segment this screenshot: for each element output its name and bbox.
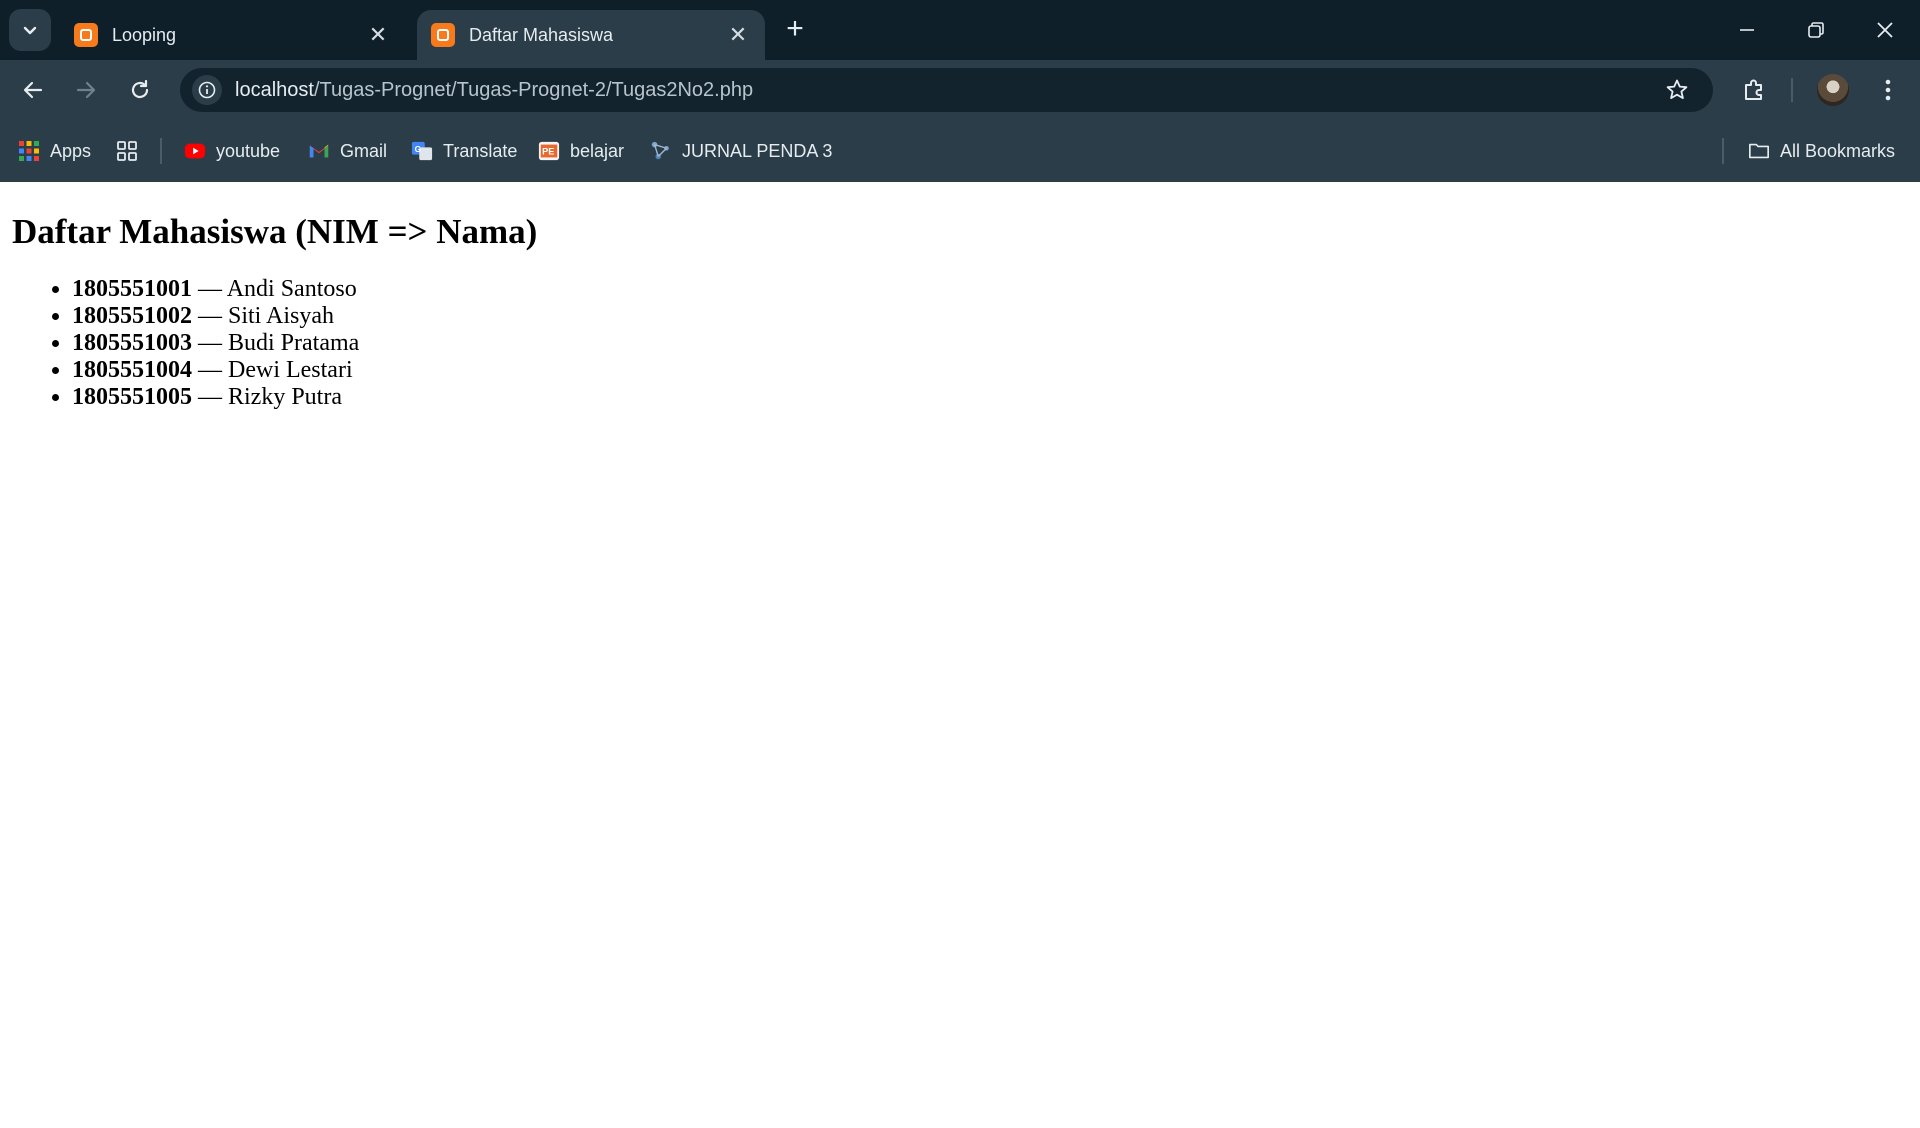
- tab-looping[interactable]: Looping ✕: [60, 10, 405, 60]
- minimize-icon: [1740, 29, 1754, 31]
- apps-grid-icon: [19, 141, 39, 161]
- reload-button[interactable]: [122, 72, 158, 108]
- student-nim: 1805551005: [72, 384, 192, 410]
- grid-icon: [117, 141, 137, 161]
- browser-chrome: Looping ✕ Daftar Mahasiswa ✕ + localhost…: [0, 0, 1920, 182]
- tab-strip: Looping ✕ Daftar Mahasiswa ✕ +: [0, 0, 1920, 60]
- bookmark-star-icon[interactable]: [1663, 76, 1691, 104]
- page-title: Daftar Mahasiswa (NIM => Nama): [12, 212, 538, 251]
- profile-avatar[interactable]: [1817, 74, 1849, 106]
- bookmarks-divider: [1722, 138, 1724, 164]
- arrow-right-icon: [76, 81, 96, 99]
- student-name: Andi Santoso: [226, 276, 357, 302]
- gmail-icon: [309, 144, 329, 158]
- student-name: Budi Pratama: [228, 330, 360, 356]
- bookmark-label: belajar: [570, 140, 625, 161]
- network-icon: [651, 141, 669, 160]
- bookmark-label: youtube: [216, 140, 281, 161]
- window-close-button[interactable]: [1851, 0, 1919, 60]
- svg-text:PE: PE: [542, 147, 554, 157]
- bookmark-translate[interactable]: G Translate: [411, 136, 517, 166]
- close-icon: [1877, 22, 1893, 38]
- student-nim: 1805551001: [72, 276, 192, 302]
- bookmark-label: Translate: [443, 140, 518, 161]
- bookmark-label: JURNAL PENDA 3: [682, 140, 833, 161]
- bookmark-jurnal-penda[interactable]: JURNAL PENDA 3: [650, 136, 832, 166]
- toolbar: localhost/Tugas-Prognet/Tugas-Prognet-2/…: [0, 60, 1920, 120]
- bookmark-gmail[interactable]: Gmail: [308, 136, 387, 166]
- extensions-icon[interactable]: [1736, 72, 1772, 108]
- restore-icon: [1808, 22, 1824, 38]
- toolbar-divider: [1791, 78, 1793, 102]
- tab-title: Daftar Mahasiswa: [469, 24, 614, 45]
- separator: —: [192, 384, 228, 410]
- tab-title: Looping: [112, 24, 177, 45]
- svg-text:G: G: [415, 145, 421, 154]
- reload-icon: [131, 79, 149, 99]
- student-name: Siti Aisyah: [228, 303, 335, 329]
- student-list: 1805551001 — Andi Santoso 1805551002 — S…: [12, 276, 1920, 411]
- student-nim: 1805551003: [72, 330, 192, 356]
- close-icon[interactable]: ✕: [725, 22, 751, 48]
- url-host: localhost: [235, 78, 314, 101]
- separator: —: [192, 276, 227, 302]
- folder-icon: [1749, 143, 1769, 159]
- bookmarks-divider: [160, 138, 162, 164]
- tab-search-button[interactable]: [9, 9, 51, 51]
- list-item: 1805551001 — Andi Santoso: [72, 276, 1920, 303]
- list-item: 1805551004 — Dewi Lestari: [72, 357, 1920, 384]
- pe-icon: PE: [538, 141, 560, 161]
- bookmark-label: Gmail: [340, 140, 388, 161]
- youtube-icon: [184, 143, 206, 159]
- all-bookmarks-label: All Bookmarks: [1780, 140, 1896, 161]
- all-bookmarks-button[interactable]: All Bookmarks: [1748, 136, 1895, 166]
- separator: —: [192, 303, 228, 329]
- student-nim: 1805551004: [72, 357, 192, 383]
- chevron-down-icon: [23, 26, 37, 35]
- page-content: Daftar Mahasiswa (NIM => Nama) 180555100…: [0, 182, 1920, 411]
- tab-daftar-mahasiswa[interactable]: Daftar Mahasiswa ✕: [417, 10, 765, 60]
- bookmark-youtube[interactable]: youtube: [184, 136, 280, 166]
- student-name: Dewi Lestari: [228, 357, 353, 383]
- url-path: /Tugas-Prognet/Tugas-Prognet-2/Tugas2No2…: [313, 78, 754, 101]
- forward-button[interactable]: [68, 72, 104, 108]
- student-name: Rizky Putra: [228, 384, 342, 410]
- translate-icon: G: [411, 141, 433, 161]
- xampp-favicon-icon: [74, 23, 98, 47]
- list-item: 1805551003 — Budi Pratama: [72, 330, 1920, 357]
- restore-button[interactable]: [1782, 0, 1850, 60]
- bookmarks-bar: Apps youtube Gmail G Translate PE belaja…: [0, 120, 1920, 182]
- url-text[interactable]: localhost/Tugas-Prognet/Tugas-Prognet-2/…: [235, 79, 753, 102]
- new-tab-button[interactable]: +: [780, 14, 810, 44]
- list-item: 1805551002 — Siti Aisyah: [72, 303, 1920, 330]
- arrow-left-icon: [23, 81, 43, 99]
- tab-groups-button[interactable]: [116, 136, 148, 166]
- separator: —: [192, 330, 228, 356]
- bookmark-label: Apps: [50, 140, 92, 161]
- close-icon[interactable]: ✕: [365, 22, 391, 48]
- address-bar[interactable]: localhost/Tugas-Prognet/Tugas-Prognet-2/…: [180, 68, 1713, 112]
- bookmark-belajar[interactable]: PE belajar: [538, 136, 624, 166]
- bookmark-apps[interactable]: Apps: [18, 136, 91, 166]
- more-menu-icon[interactable]: [1870, 72, 1906, 108]
- minimize-button[interactable]: [1713, 0, 1781, 60]
- list-item: 1805551005 — Rizky Putra: [72, 384, 1920, 411]
- xampp-favicon-icon: [431, 23, 455, 47]
- student-nim: 1805551002: [72, 303, 192, 329]
- site-info-icon[interactable]: [192, 75, 222, 105]
- separator: —: [192, 357, 228, 383]
- back-button[interactable]: [15, 72, 51, 108]
